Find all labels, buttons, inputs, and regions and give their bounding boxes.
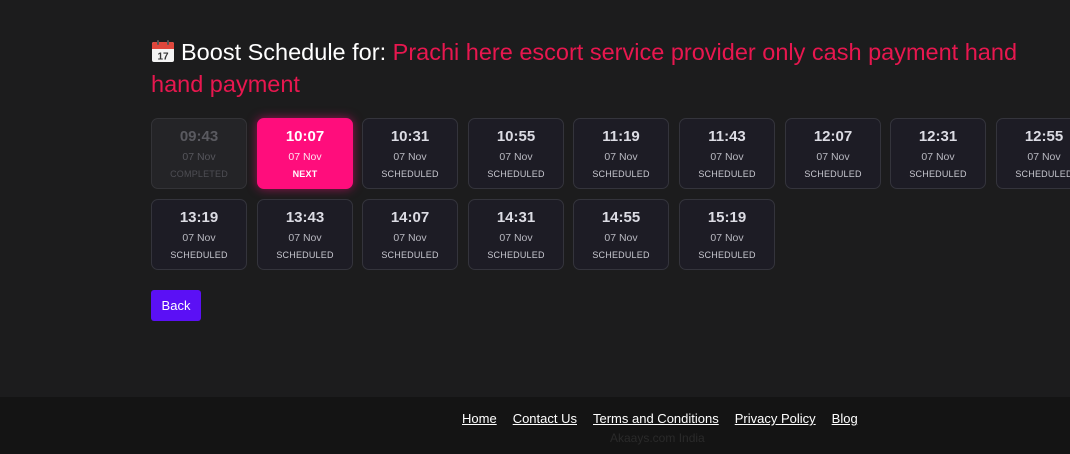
slot-card-scheduled: 11:43 07 Nov SCHEDULED — [679, 118, 775, 189]
slot-card-scheduled: 12:55 07 Nov SCHEDULED — [996, 118, 1070, 189]
slot-time: 14:55 — [601, 209, 641, 226]
slot-status: SCHEDULED — [1015, 169, 1070, 179]
slot-time: 12:31 — [918, 128, 958, 145]
listing-name-continued: hand payment — [151, 71, 300, 97]
slot-status: NEXT — [292, 169, 318, 179]
footer-link-terms-and-conditions[interactable]: Terms and Conditions — [593, 411, 719, 426]
slot-card-scheduled: 13:43 07 Nov SCHEDULED — [257, 199, 353, 270]
slot-date: 07 Nov — [604, 232, 638, 244]
slot-time: 14:07 — [390, 209, 430, 226]
footer-links: Home Contact Us Terms and Conditions Privac… — [462, 411, 858, 426]
slot-card-completed: 09:43 07 Nov COMPLETED — [151, 118, 247, 189]
slot-date: 07 Nov — [921, 151, 955, 163]
slot-card-scheduled: 10:55 07 Nov SCHEDULED — [468, 118, 564, 189]
slot-time: 09:43 — [179, 128, 219, 145]
slot-date: 07 Nov — [288, 151, 322, 163]
slot-status: SCHEDULED — [698, 169, 756, 179]
slot-status: SCHEDULED — [804, 169, 862, 179]
slot-date: 07 Nov — [499, 232, 533, 244]
footer-link-contact-us[interactable]: Contact Us — [513, 411, 577, 426]
slot-card-scheduled: 11:19 07 Nov SCHEDULED — [573, 118, 669, 189]
slot-card-scheduled: 14:31 07 Nov SCHEDULED — [468, 199, 564, 270]
slot-status: SCHEDULED — [592, 169, 650, 179]
slot-card-scheduled: 12:07 07 Nov SCHEDULED — [785, 118, 881, 189]
calendar-icon: 17 — [152, 40, 174, 63]
slot-date: 07 Nov — [182, 151, 216, 163]
slot-date: 07 Nov — [1027, 151, 1061, 163]
slot-card-next: 10:07 07 Nov NEXT — [257, 118, 353, 189]
slot-date: 07 Nov — [816, 151, 850, 163]
slot-status: SCHEDULED — [381, 250, 439, 260]
slot-card-scheduled: 14:55 07 Nov SCHEDULED — [573, 199, 669, 270]
slot-time: 12:55 — [1024, 128, 1064, 145]
footer: Home Contact Us Terms and Conditions Privac… — [0, 397, 1070, 454]
slot-card-scheduled: 13:19 07 Nov SCHEDULED — [151, 199, 247, 270]
slot-status: SCHEDULED — [698, 250, 756, 260]
schedule-section: 17 Boost Schedule for: Prachi here escor… — [151, 36, 1070, 321]
slot-status: SCHEDULED — [487, 250, 545, 260]
slot-status: SCHEDULED — [170, 250, 228, 260]
slot-time: 15:19 — [707, 209, 747, 226]
slot-status: SCHEDULED — [381, 169, 439, 179]
slot-time: 11:43 — [708, 128, 746, 145]
slot-status: SCHEDULED — [487, 169, 545, 179]
slot-status: SCHEDULED — [592, 250, 650, 260]
slot-time: 10:31 — [390, 128, 430, 145]
slot-date: 07 Nov — [710, 232, 744, 244]
slot-card-scheduled: 10:31 07 Nov SCHEDULED — [362, 118, 458, 189]
slot-date: 07 Nov — [288, 232, 322, 244]
slot-time: 11:19 — [602, 128, 640, 145]
slot-status: SCHEDULED — [276, 250, 334, 260]
slot-time: 10:55 — [496, 128, 536, 145]
slot-date: 07 Nov — [182, 232, 216, 244]
slot-date: 07 Nov — [710, 151, 744, 163]
slot-card-scheduled: 15:19 07 Nov SCHEDULED — [679, 199, 775, 270]
calendar-day: 17 — [157, 52, 169, 63]
slot-status: SCHEDULED — [909, 169, 967, 179]
page-title: 17 Boost Schedule for: Prachi here escor… — [151, 36, 1070, 100]
slot-card-scheduled: 12:31 07 Nov SCHEDULED — [890, 118, 986, 189]
copyright-text: Akaays.com India — [610, 431, 705, 445]
slot-time: 13:19 — [179, 209, 219, 226]
footer-link-blog[interactable]: Blog — [832, 411, 858, 426]
title-prefix: Boost Schedule for: — [181, 39, 387, 65]
back-button[interactable]: Back — [151, 290, 201, 321]
slot-date: 07 Nov — [393, 151, 427, 163]
slot-time: 10:07 — [285, 128, 325, 145]
slot-time: 13:43 — [285, 209, 325, 226]
footer-link-home[interactable]: Home — [462, 411, 497, 426]
slot-time: 12:07 — [813, 128, 853, 145]
slot-date: 07 Nov — [393, 232, 427, 244]
footer-link-privacy-policy[interactable]: Privacy Policy — [735, 411, 816, 426]
slot-card-scheduled: 14:07 07 Nov SCHEDULED — [362, 199, 458, 270]
listing-name: Prachi here escort service provider only… — [392, 39, 1018, 65]
slot-time: 14:31 — [496, 209, 536, 226]
slot-date: 07 Nov — [499, 151, 533, 163]
slot-status: COMPLETED — [170, 169, 228, 179]
slot-date: 07 Nov — [604, 151, 638, 163]
